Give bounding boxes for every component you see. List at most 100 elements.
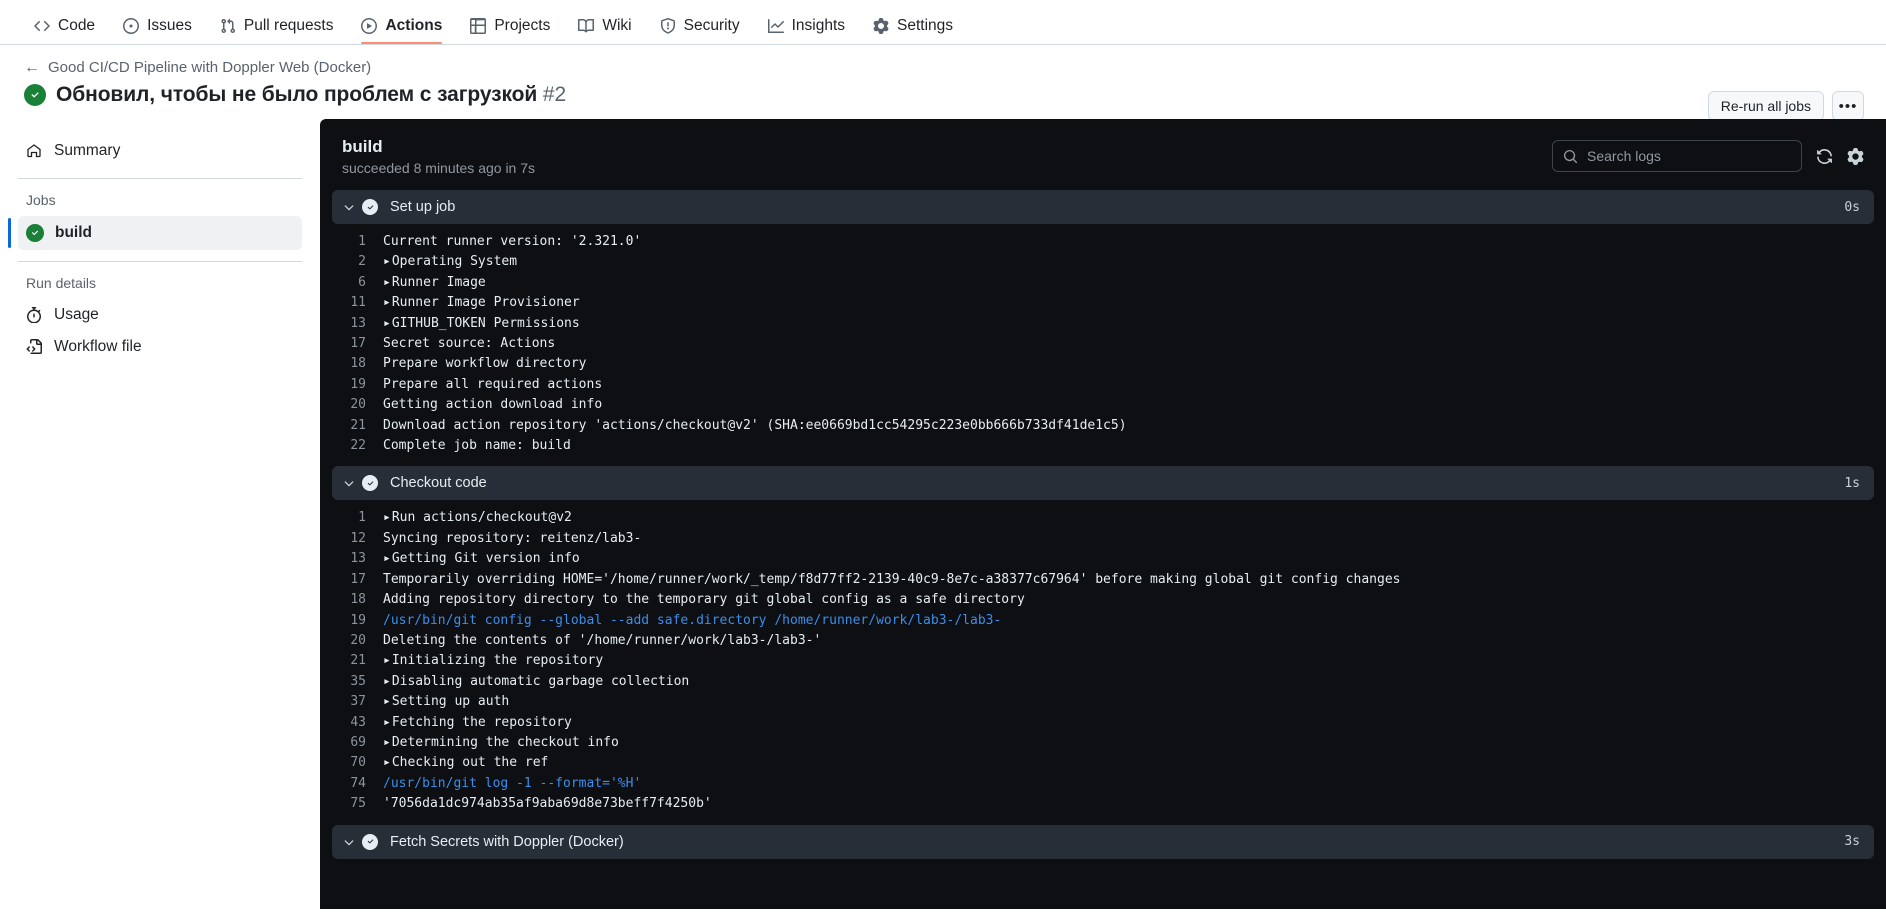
triangle-right-icon[interactable]: ▸ — [383, 735, 391, 750]
log-group-title: Fetch Secrets with Doppler (Docker) — [390, 833, 624, 850]
triangle-right-icon[interactable]: ▸ — [383, 295, 391, 310]
log-line-number: 35 — [350, 673, 366, 689]
log-group-header[interactable]: Set up job 0s — [332, 190, 1874, 224]
nav-item-wiki[interactable]: Wiki — [568, 0, 641, 44]
log-group-header[interactable]: Fetch Secrets with Doppler (Docker) 3s — [332, 824, 1874, 859]
triangle-right-icon[interactable]: ▸ — [383, 715, 391, 730]
log-job-name: build — [342, 137, 383, 156]
triangle-right-icon[interactable]: ▸ — [383, 275, 391, 290]
log-line-text: ▸Setting up auth — [383, 694, 510, 710]
nav-item-settings[interactable]: Settings — [863, 0, 963, 44]
git-pull-request-icon — [220, 18, 236, 34]
triangle-right-icon[interactable]: ▸ — [383, 674, 391, 689]
sidebar-item-workflow-file[interactable]: Workflow file — [18, 331, 302, 363]
log-line-number: 69 — [350, 734, 366, 750]
breadcrumb[interactable]: ← Good CI/CD Pipeline with Doppler Web (… — [24, 59, 1862, 76]
log-line[interactable]: 1 ▸Run actions/checkout@v2 — [332, 508, 1874, 528]
stopwatch-icon — [26, 307, 42, 323]
gear-icon[interactable] — [1847, 147, 1864, 165]
rerun-all-jobs-button[interactable]: Re-run all jobs — [1707, 91, 1824, 121]
nav-item-projects[interactable]: Projects — [460, 0, 560, 44]
triangle-right-icon[interactable]: ▸ — [383, 254, 391, 269]
log-line-text: /usr/bin/git config --global --add safe.… — [383, 612, 1002, 628]
log-line-text: Adding repository directory to the tempo… — [383, 592, 1025, 608]
sidebar-item-usage[interactable]: Usage — [18, 299, 302, 331]
check-circle-fill-icon — [362, 475, 378, 492]
log-line[interactable]: 13 ▸GITHUB_TOKEN Permissions — [332, 314, 1874, 334]
nav-item-actions[interactable]: Actions — [351, 0, 452, 44]
triangle-right-icon[interactable]: ▸ — [383, 694, 391, 709]
log-line-text: Deleting the contents of '/home/runner/w… — [383, 632, 822, 648]
log-line[interactable]: 13 ▸Getting Git version info — [332, 549, 1874, 569]
triangle-right-icon[interactable]: ▸ — [383, 551, 391, 566]
log-line: 21 Download action repository 'actions/ch… — [332, 416, 1874, 436]
log-line[interactable]: 21 ▸Initializing the repository — [332, 651, 1874, 671]
log-line-number: 17 — [350, 571, 366, 587]
log-line[interactable]: 69 ▸Determining the checkout info — [332, 733, 1874, 753]
triangle-right-icon[interactable]: ▸ — [383, 316, 391, 331]
log-line: 1 Current runner version: '2.321.0' — [332, 232, 1874, 252]
issue-opened-icon — [123, 18, 140, 34]
log-line-number: 18 — [350, 592, 366, 608]
log-line[interactable]: 11 ▸Runner Image Provisioner — [332, 293, 1874, 313]
log-line[interactable]: 6 ▸Runner Image — [332, 273, 1874, 293]
sidebar-divider — [18, 178, 302, 179]
nav-item-issues[interactable]: Issues — [113, 0, 202, 44]
log-line: 75 '7056da1dc974ab35af9aba69d8e73beff7f42… — [332, 794, 1874, 814]
graph-icon — [767, 18, 784, 34]
log-line[interactable]: 2 ▸Operating System — [332, 252, 1874, 272]
log-group-title: Set up job — [390, 199, 456, 215]
nav-item-pull-requests[interactable]: Pull requests — [210, 0, 344, 44]
log-line-number: 18 — [350, 356, 366, 372]
run-header: ← Good CI/CD Pipeline with Doppler Web (… — [0, 45, 1886, 121]
log-line[interactable]: 43 ▸Fetching the repository — [332, 713, 1874, 733]
log-line-text: Secret source: Actions — [383, 336, 556, 352]
log-line-text: ▸Fetching the repository — [383, 714, 572, 730]
nav-item-label: Insights — [791, 17, 846, 34]
log-line[interactable]: 37 ▸Setting up auth — [332, 692, 1874, 712]
nav-item-security[interactable]: Security — [650, 0, 750, 44]
more-options-button[interactable]: ••• — [1832, 91, 1864, 121]
log-line[interactable]: 35 ▸Disabling automatic garbage collectio… — [332, 672, 1874, 692]
triangle-right-icon[interactable]: ▸ — [383, 653, 391, 668]
log-line-text: Temporarily overriding HOME='/home/runne… — [383, 571, 1401, 587]
log-line-text: Syncing repository: reitenz/lab3- — [383, 530, 642, 546]
log-line-text: ▸Runner Image Provisioner — [383, 295, 580, 311]
log-panel: build succeeded 8 minutes ago in 7s Set — [320, 119, 1886, 909]
log-line-number: 13 — [350, 315, 366, 331]
search-logs-input[interactable] — [1587, 148, 1791, 164]
log-line-number: 1 — [358, 234, 366, 249]
log-group-duration: 1s — [1844, 475, 1860, 491]
chevron-down-icon[interactable] — [342, 476, 362, 490]
log-line-number: 75 — [350, 796, 366, 812]
shield-icon — [660, 18, 676, 34]
chevron-down-icon[interactable] — [342, 200, 362, 214]
sync-icon[interactable] — [1816, 148, 1833, 165]
log-line: 20 Deleting the contents of '/home/runner… — [332, 631, 1874, 651]
search-logs-box[interactable] — [1552, 140, 1802, 172]
log-line-text: Getting action download info — [383, 397, 603, 413]
nav-item-label: Code — [58, 17, 96, 34]
log-line: 74/usr/bin/git log -1 --format='%H' — [332, 774, 1874, 794]
sidebar-divider-2 — [18, 261, 302, 262]
log-line-text: Current runner version: '2.321.0' — [383, 234, 642, 249]
log-line-number: 74 — [350, 775, 366, 791]
log-group-header[interactable]: Checkout code 1s — [332, 466, 1874, 501]
search-icon — [1563, 149, 1578, 164]
log-line[interactable]: 70 ▸Checking out the ref — [332, 753, 1874, 773]
log-line-text: Prepare all required actions — [383, 376, 603, 392]
sidebar-item-job-build[interactable]: build — [8, 216, 302, 250]
triangle-right-icon[interactable]: ▸ — [383, 755, 391, 770]
run-title-text: Обновил, чтобы не было проблем с загрузк… — [56, 83, 538, 106]
nav-item-code[interactable]: Code — [24, 0, 105, 44]
chevron-down-icon[interactable] — [342, 835, 362, 849]
log-line-number: 1 — [358, 510, 366, 526]
triangle-right-icon[interactable]: ▸ — [383, 510, 391, 525]
nav-item-insights[interactable]: Insights — [758, 0, 855, 44]
log-line: 17 Secret source: Actions — [332, 334, 1874, 354]
log-line-text: Download action repository 'actions/chec… — [383, 417, 1127, 433]
sidebar-item-summary[interactable]: Summary — [18, 135, 302, 167]
nav-item-label: Projects — [494, 17, 551, 34]
log-line: 20 Getting action download info — [332, 395, 1874, 415]
log-line-text: ▸GITHUB_TOKEN Permissions — [383, 315, 580, 331]
